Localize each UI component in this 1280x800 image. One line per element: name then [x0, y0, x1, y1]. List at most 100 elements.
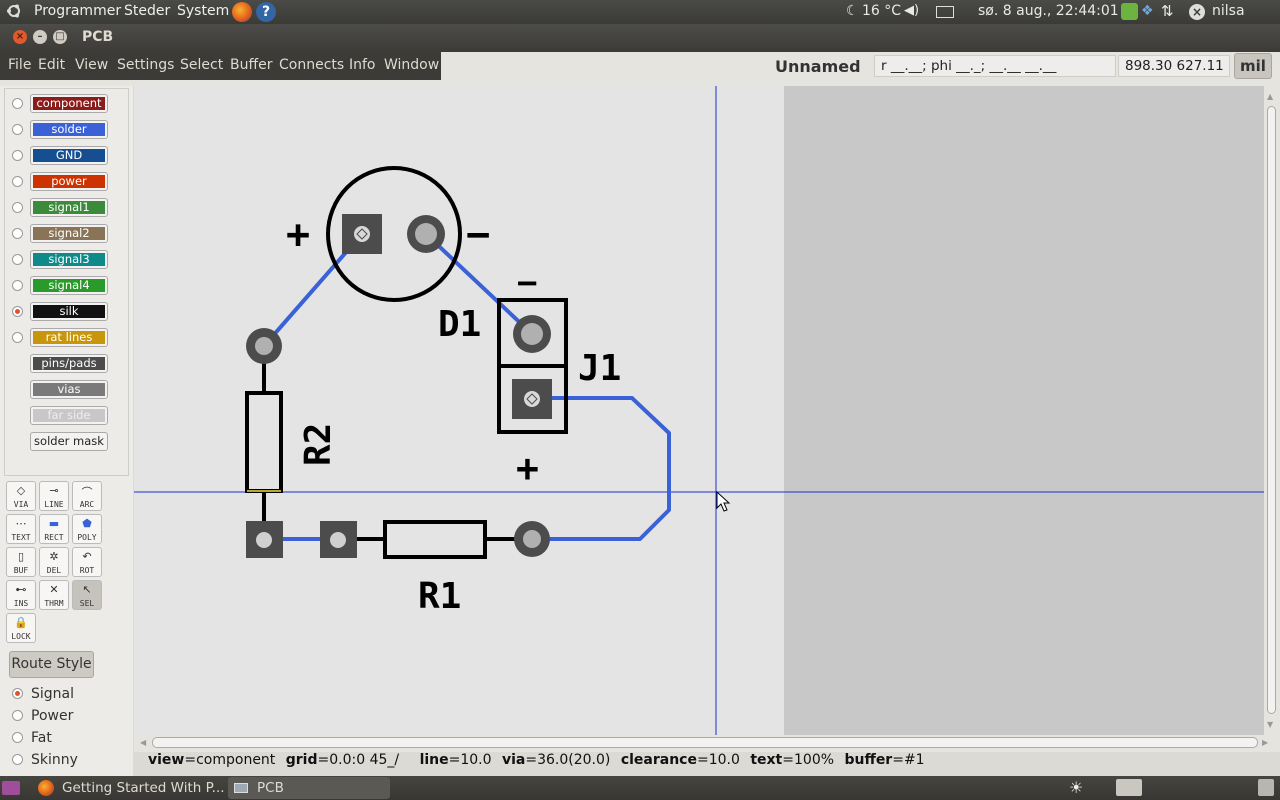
menu-connects[interactable]: Connects — [279, 57, 344, 73]
maximize-window-icon[interactable]: □ — [53, 30, 67, 44]
tool-label: LOCK — [11, 632, 31, 641]
tool-text-button[interactable]: ⋯ TEXT — [6, 514, 36, 544]
route-style-option-power[interactable]: Power — [31, 708, 73, 724]
status-text-value: 100% — [794, 752, 835, 768]
route-style-radio-signal[interactable] — [12, 688, 23, 699]
minimize-window-icon[interactable]: – — [33, 30, 47, 44]
units-toggle-button[interactable]: mil — [1234, 53, 1272, 79]
tool-rot-button[interactable]: ↶ ROT — [72, 547, 102, 577]
weather-temp[interactable]: 16 °C — [862, 3, 901, 19]
tool-buf-button[interactable]: ▯ BUF — [6, 547, 36, 577]
trash-icon[interactable] — [1258, 779, 1274, 796]
taskbar-item-browser[interactable]: Getting Started With P... — [32, 777, 226, 799]
session-icon[interactable]: × — [1189, 4, 1205, 20]
tool-ins-button[interactable]: ⊷ INS — [6, 580, 36, 610]
horizontal-scroll-thumb[interactable] — [152, 737, 1258, 748]
layer-button-gnd[interactable]: GND — [30, 146, 108, 165]
layer-radio-silk[interactable] — [12, 306, 23, 317]
layer-button-solder-mask[interactable]: solder mask — [30, 432, 108, 451]
layer-label: signal1 — [33, 201, 105, 214]
layer-radio-solder[interactable] — [12, 124, 23, 135]
tool-lock-button[interactable]: 🔒 LOCK — [6, 613, 36, 643]
pcb-canvas[interactable]: + − D1 − J1 + R1 R2 — [134, 86, 1264, 735]
tool-label: RECT — [44, 533, 64, 542]
menu-buffer[interactable]: Buffer — [230, 57, 273, 73]
applications-menu[interactable]: Programmer — [34, 3, 121, 19]
tool-thrm-button[interactable]: ✕ THRM — [39, 580, 69, 610]
status-via: via=36.0(20.0) — [501, 752, 611, 768]
vertical-scrollbar[interactable]: ▲ ▼ — [1264, 86, 1280, 735]
route-style-radio-fat[interactable] — [12, 732, 23, 743]
volume-icon[interactable]: ◀) — [904, 3, 919, 18]
layer-radio-rat-lines[interactable] — [12, 332, 23, 343]
layer-button-power[interactable]: power — [30, 172, 108, 191]
moon-weather-icon[interactable]: ☾ — [846, 3, 859, 19]
layer-button-far-side[interactable]: far side — [30, 406, 108, 425]
username[interactable]: nilsa — [1212, 3, 1245, 19]
vertical-scroll-thumb[interactable] — [1267, 106, 1276, 714]
tool-sel-button[interactable]: ↖ SEL — [72, 580, 102, 610]
route-style-radio-skinny[interactable] — [12, 754, 23, 765]
show-desktop-icon[interactable] — [2, 781, 20, 795]
layer-button-signal1[interactable]: signal1 — [30, 198, 108, 217]
route-style-radio-power[interactable] — [12, 710, 23, 721]
layer-button-pins-pads[interactable]: pins/pads — [30, 354, 108, 373]
layer-button-signal4[interactable]: signal4 — [30, 276, 108, 295]
route-style-option-skinny[interactable]: Skinny — [31, 752, 78, 768]
scroll-down-icon[interactable]: ▼ — [1267, 720, 1273, 729]
layer-button-component[interactable]: component — [30, 94, 108, 113]
taskbar-item-pcb[interactable]: PCB — [228, 777, 390, 799]
tool-via-button[interactable]: ◇ VIA — [6, 481, 36, 511]
units-label: mil — [1240, 57, 1266, 75]
layer-button-solder[interactable]: solder — [30, 120, 108, 139]
ubuntu-logo-icon[interactable] — [6, 3, 22, 19]
firefox-icon[interactable] — [232, 2, 252, 22]
route-style-option-signal[interactable]: Signal — [31, 686, 74, 702]
board-drawing[interactable]: + − D1 − J1 + R1 R2 — [134, 86, 1264, 735]
tool-line-button[interactable]: ⊸ LINE — [39, 481, 69, 511]
menu-settings[interactable]: Settings — [117, 57, 174, 73]
help-icon[interactable]: ? — [256, 2, 276, 22]
board-area — [134, 86, 784, 735]
layer-button-silk[interactable]: silk — [30, 302, 108, 321]
menu-view[interactable]: View — [75, 57, 108, 73]
workspace-switcher-icon[interactable] — [1116, 779, 1142, 796]
r2-hole-2 — [256, 532, 272, 548]
scroll-right-icon[interactable]: ▶ — [1262, 738, 1268, 747]
tool-rect-button[interactable]: ▬ RECT — [39, 514, 69, 544]
layer-radio-signal1[interactable] — [12, 202, 23, 213]
menu-window[interactable]: Window — [384, 57, 439, 73]
menu-select[interactable]: Select — [180, 57, 223, 73]
layer-button-signal3[interactable]: signal3 — [30, 250, 108, 269]
route-style-option-fat[interactable]: Fat — [31, 730, 52, 746]
menu-file[interactable]: File — [8, 57, 31, 73]
window-titlebar[interactable]: × – □ PCB — [0, 24, 1280, 52]
spotify-icon[interactable] — [1121, 3, 1138, 20]
tool-del-button[interactable]: ✲ DEL — [39, 547, 69, 577]
menu-edit[interactable]: Edit — [38, 57, 65, 73]
layer-radio-signal2[interactable] — [12, 228, 23, 239]
scroll-left-icon[interactable]: ◀ — [140, 738, 146, 747]
tool-poly-button[interactable]: ⬟ POLY — [72, 514, 102, 544]
layer-radio-signal3[interactable] — [12, 254, 23, 265]
layer-radio-signal4[interactable] — [12, 280, 23, 291]
route-style-button[interactable]: Route Style — [9, 651, 94, 678]
layer-button-signal2[interactable]: signal2 — [30, 224, 108, 243]
network-icon[interactable]: ⇅ — [1161, 2, 1174, 20]
layer-radio-gnd[interactable] — [12, 150, 23, 161]
places-menu[interactable]: Steder — [124, 3, 170, 19]
mail-icon[interactable] — [936, 6, 954, 18]
dropbox-icon[interactable]: ❖ — [1141, 3, 1154, 19]
clock[interactable]: sø. 8 aug., 22:44:01 — [978, 3, 1119, 19]
scroll-up-icon[interactable]: ▲ — [1267, 92, 1273, 101]
menu-info[interactable]: Info — [349, 57, 376, 73]
brightness-icon[interactable]: ☀ — [1069, 778, 1083, 797]
layer-button-rat-lines[interactable]: rat lines — [30, 328, 108, 347]
layer-radio-power[interactable] — [12, 176, 23, 187]
layer-radio-component[interactable] — [12, 98, 23, 109]
tool-arc-button[interactable]: ⌒ ARC — [72, 481, 102, 511]
system-menu[interactable]: System — [177, 3, 229, 19]
close-window-icon[interactable]: × — [13, 30, 27, 44]
layer-button-vias[interactable]: vias — [30, 380, 108, 399]
horizontal-scrollbar[interactable]: ◀ ▶ — [134, 735, 1280, 752]
